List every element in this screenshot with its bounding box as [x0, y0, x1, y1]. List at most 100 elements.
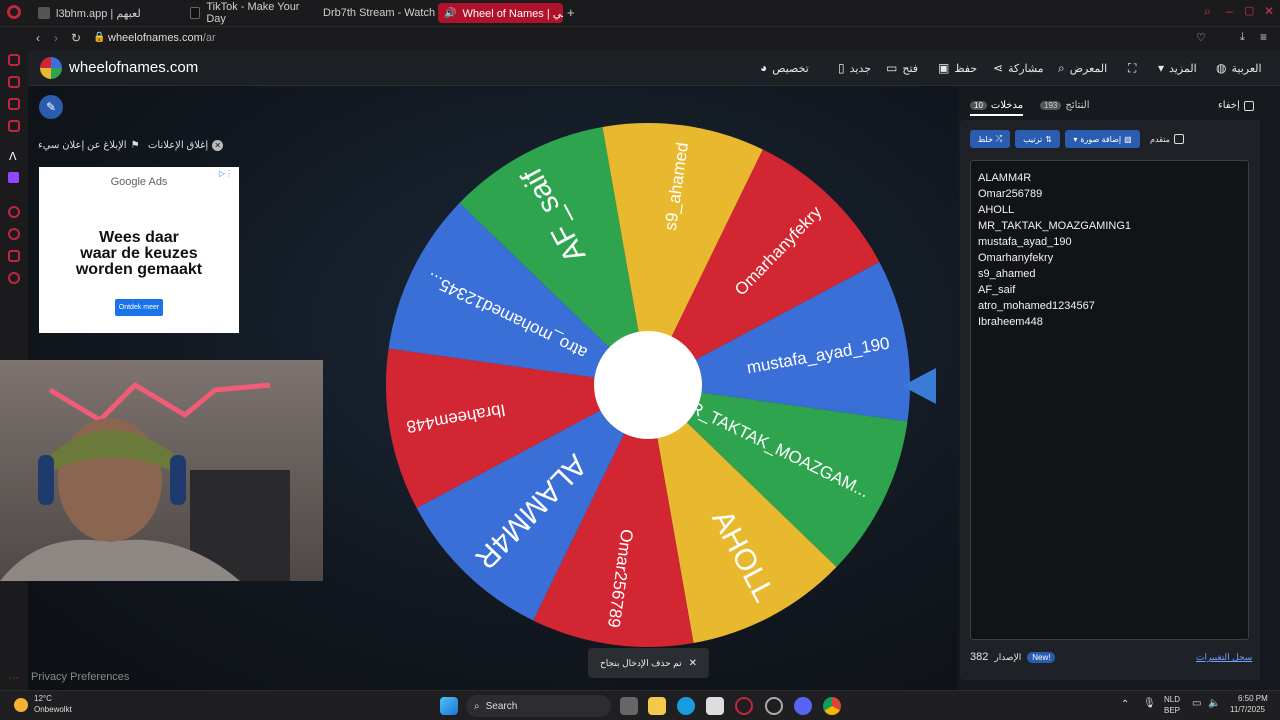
- weather-temp[interactable]: 12°C: [34, 694, 52, 703]
- windows-start-icon[interactable]: [440, 697, 458, 715]
- new-label: جديد: [849, 62, 872, 75]
- report-ad-button[interactable]: الإبلاغ عن إعلان سيء ⚑: [38, 140, 140, 151]
- entry-line: ALAMM4R: [978, 172, 1032, 184]
- entries-textarea[interactable]: ALAMM4R Omar256789 AHOLL MR_TAKTAK_MOAZGAMI…: [970, 160, 1249, 640]
- tab-l3bhm[interactable]: l3bhm.app | لعبهم: [32, 3, 182, 23]
- google-ad[interactable]: Google Ads ▷⋮ Wees daar waar de keuzes w…: [39, 167, 239, 333]
- clock-time[interactable]: 6:50 PM: [1238, 694, 1268, 703]
- volume-icon[interactable]: 🔈: [1208, 698, 1220, 709]
- tab-kick[interactable]: Drb7th Stream - Watch Li: [311, 3, 435, 23]
- aria-icon[interactable]: [8, 54, 20, 66]
- wheel-pointer-icon: [902, 368, 936, 404]
- history-icon[interactable]: [8, 228, 20, 240]
- opera-gx-icon[interactable]: [735, 697, 753, 715]
- wheel-center[interactable]: [594, 331, 702, 439]
- minimize-icon[interactable]: –: [1226, 4, 1233, 18]
- file-explorer-icon[interactable]: [648, 697, 666, 715]
- privacy-preferences-link[interactable]: Privacy Preferences: [31, 671, 129, 683]
- chevron-down-icon: ▾: [1073, 134, 1078, 144]
- changelog-link[interactable]: سجل التغييرات: [1196, 652, 1252, 663]
- url-field[interactable]: wheelofnames.com/ar: [108, 32, 216, 44]
- entry-line: MR_TAKTAK_MOAZGAMING1: [978, 220, 1132, 232]
- heart-icon[interactable]: ♡: [1196, 31, 1206, 44]
- entries-count-badge: 10: [970, 101, 987, 110]
- tab-entries[interactable]: 10 مدخلات: [970, 100, 1024, 116]
- entry-line: AF_saif: [978, 284, 1016, 296]
- entry-line: AHOLL: [978, 204, 1015, 216]
- whatsapp-icon[interactable]: [8, 98, 20, 110]
- lock-icon: 🔒: [93, 32, 106, 43]
- advanced-toggle[interactable]: متقدم: [1150, 134, 1184, 144]
- twitch-icon[interactable]: [8, 172, 19, 183]
- sort-button[interactable]: ترتيب ⇅: [1015, 130, 1060, 148]
- clock-date[interactable]: 11/7/2025: [1230, 705, 1265, 714]
- tab-wheel-of-names[interactable]: 🔊 Wheel of Names | الي ✕: [438, 3, 563, 23]
- edge-icon[interactable]: [677, 697, 695, 715]
- wheel[interactable]: mustafa_ayad_190MR_TAKTAK_MOAZGAM...AHOL…: [383, 120, 913, 650]
- ad-cta-button[interactable]: Ontdek meer: [115, 299, 163, 316]
- new-button[interactable]: ▯ جديد: [838, 61, 871, 75]
- open-button[interactable]: ▭ فتح: [886, 61, 918, 75]
- taskbar-search-label: Search: [485, 700, 518, 712]
- entry-line: Omarhanyfekry: [978, 252, 1054, 264]
- results-count-badge: 193: [1040, 101, 1062, 110]
- bag-icon[interactable]: [8, 76, 20, 88]
- store-icon[interactable]: [706, 697, 724, 715]
- settings-icon[interactable]: [8, 272, 20, 284]
- discord-icon[interactable]: [794, 697, 812, 715]
- logo-icon[interactable]: [40, 57, 62, 79]
- language-menu[interactable]: ◍ العربية: [1216, 61, 1262, 75]
- toast-close-icon[interactable]: ✕: [689, 658, 697, 669]
- search-tabs-icon[interactable]: ⌕: [1204, 4, 1211, 19]
- reload-icon[interactable]: ↻: [71, 31, 81, 45]
- task-view-icon[interactable]: [620, 697, 638, 715]
- tab-tiktok[interactable]: TikTok - Make Your Day: [184, 1, 309, 25]
- language-label: العربية: [1231, 62, 1262, 75]
- close-ads-button[interactable]: إغلاق الإعلانات ✕: [148, 140, 224, 151]
- menu-icon[interactable]: ≡: [1260, 30, 1267, 44]
- customize-button[interactable]: ◕ تخصيص: [760, 61, 809, 75]
- tray-chevron-icon[interactable]: ⌃: [1121, 699, 1129, 710]
- sort-icon: ⇅: [1045, 134, 1052, 144]
- browser-tab-bar: l3bhm.app | لعبهم TikTok - Make Your Day…: [0, 0, 1280, 26]
- edit-icon[interactable]: ✎: [39, 95, 63, 119]
- chrome-icon[interactable]: [823, 697, 841, 715]
- more-menu[interactable]: ▾ المزيد: [1158, 61, 1197, 75]
- mic-icon[interactable]: 🎙: [1143, 698, 1156, 709]
- lang-2[interactable]: BEP: [1164, 706, 1180, 715]
- close-window-icon[interactable]: ✕: [1264, 4, 1274, 18]
- advanced-checkbox[interactable]: [1173, 134, 1184, 144]
- maximize-icon[interactable]: ▢: [1244, 4, 1254, 17]
- kick-sidebar-icon[interactable]: ᐱ: [9, 150, 17, 163]
- tab-results[interactable]: 193 النتائج: [1040, 100, 1090, 111]
- logo-text[interactable]: wheelofnames.com: [69, 59, 198, 76]
- taskbar-search[interactable]: ⌕ Search: [466, 695, 611, 717]
- save-button[interactable]: ▣ حفظ: [938, 61, 977, 75]
- tab-label: l3bhm.app | لعبهم: [56, 7, 141, 20]
- add-image-button[interactable]: ▾ إضافة صورة ▧: [1065, 130, 1140, 148]
- share-button[interactable]: ⋖ مشاركة: [993, 61, 1044, 75]
- hide-toggle[interactable]: إخفاء: [1218, 100, 1254, 111]
- gallery-button[interactable]: ⌕ المعرض: [1058, 61, 1107, 76]
- download-icon[interactable]: ⤓: [1240, 31, 1245, 44]
- player-icon[interactable]: [8, 206, 20, 218]
- lang-1[interactable]: NLD: [1164, 695, 1180, 704]
- new-badge[interactable]: New!: [1027, 651, 1056, 663]
- new-tab-icon[interactable]: +: [567, 5, 575, 20]
- shuffle-button[interactable]: خلط ⤮: [970, 130, 1010, 148]
- fullscreen-icon: ⛶: [1128, 61, 1137, 75]
- extensions-icon[interactable]: [8, 250, 20, 262]
- back-icon[interactable]: ‹: [36, 31, 40, 45]
- speaker-icon[interactable]: 🔊: [444, 8, 456, 19]
- forward-icon[interactable]: ›: [54, 31, 58, 45]
- fullscreen-button[interactable]: ⛶: [1128, 61, 1136, 76]
- app-icon[interactable]: [765, 697, 783, 715]
- weather-desc[interactable]: Onbewolkt: [34, 705, 72, 714]
- ad-info-icon[interactable]: ▷⋮: [219, 169, 233, 178]
- entry-line: Omar256789: [978, 188, 1043, 200]
- more-icon[interactable]: ···: [8, 672, 19, 684]
- network-icon[interactable]: ▭: [1192, 698, 1201, 709]
- hide-checkbox[interactable]: [1243, 100, 1254, 111]
- opera-logo-icon[interactable]: [7, 5, 21, 19]
- instagram-icon[interactable]: [8, 120, 20, 132]
